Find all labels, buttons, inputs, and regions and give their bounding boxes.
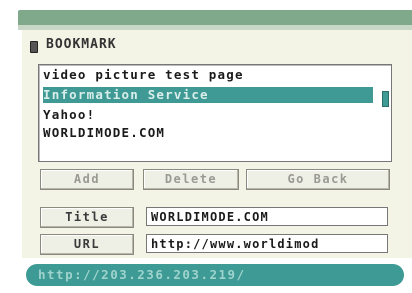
status-url: http://203.236.203.219/ xyxy=(38,267,246,282)
list-item[interactable]: video picture test page xyxy=(43,67,373,83)
page-title: BOOKMARK xyxy=(46,37,117,52)
add-button[interactable]: Add xyxy=(40,169,134,190)
bookmark-list[interactable]: video picture test page Information Serv… xyxy=(38,64,392,162)
go-back-button[interactable]: Go Back xyxy=(246,169,390,190)
bookmark-icon xyxy=(30,41,38,53)
scrollbar-thumb[interactable] xyxy=(382,91,389,107)
list-item-selected[interactable]: Information Service xyxy=(43,87,373,103)
list-item[interactable]: Yahoo! xyxy=(43,107,373,123)
list-item[interactable]: WORLDIMODE.COM xyxy=(43,125,373,141)
url-field[interactable]: http://www.worldimod xyxy=(146,234,388,253)
title-label: Title xyxy=(40,207,134,228)
url-label: URL xyxy=(40,234,134,255)
top-bar xyxy=(18,10,412,25)
title-field[interactable]: WORLDIMODE.COM xyxy=(146,207,388,226)
delete-button[interactable]: Delete xyxy=(143,169,239,190)
